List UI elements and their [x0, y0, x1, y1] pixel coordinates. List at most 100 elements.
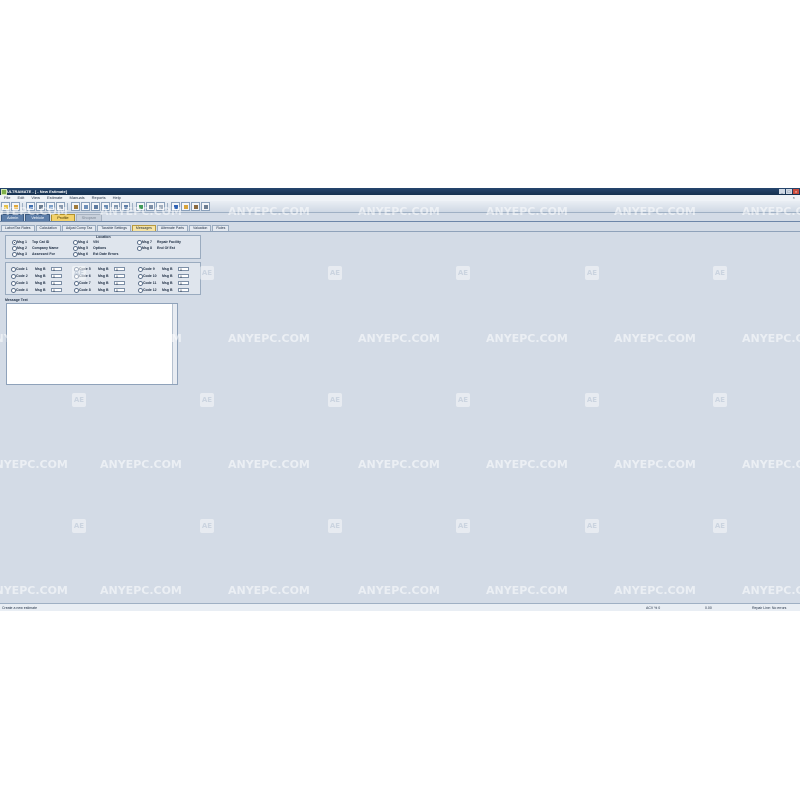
watermark-text: ANYEPC.COM — [614, 458, 696, 471]
code-label: Code 7 — [79, 280, 91, 285]
watermark-text: ANYEPC.COM — [0, 458, 68, 471]
message-text-area[interactable] — [6, 303, 178, 385]
key-icon[interactable] — [181, 202, 190, 211]
watermark-text: ANYEPC.COM — [742, 584, 800, 597]
code-panel: Code 1 Msg B 0 Code 2 Msg B 0 Code 3 Msg B 0 Code… — [5, 262, 201, 295]
sub-tab-taxable-settings[interactable]: Taxable Settings — [97, 225, 131, 231]
sub-tab-adjust-comp-tax[interactable]: Adjust Comp Tax — [61, 225, 97, 231]
watermark-text: ANYEPC.COM — [486, 458, 568, 471]
msg-description: Est Date Errors — [93, 251, 119, 256]
watermark-logo-icon: AE — [585, 519, 599, 533]
code-value-field[interactable]: 0 — [178, 266, 189, 272]
code-value-field[interactable]: 0 — [114, 280, 125, 286]
code-value-field[interactable]: 0 — [51, 266, 62, 272]
watermark-logo-icon: AE — [713, 266, 727, 280]
code-value-field[interactable]: 0 — [114, 287, 125, 293]
code-value-field[interactable]: 0 — [51, 273, 62, 279]
grid-icon[interactable] — [81, 202, 90, 211]
watermark-logo-icon: AE — [456, 393, 470, 407]
code-msg-label: Msg B — [35, 273, 46, 278]
code-value-field[interactable]: 0 — [178, 287, 189, 293]
window-title: ULTRAMATE - [ - New Estimate] — [7, 189, 68, 194]
code-msg-label: Msg B — [162, 266, 173, 271]
application-window: ULTRAMATE - [ - New Estimate] _ □ × File… — [0, 188, 800, 611]
photo-icon[interactable] — [136, 202, 145, 211]
watermark-text: ANYEPC.COM — [228, 458, 310, 471]
list-icon[interactable] — [91, 202, 100, 211]
print-icon[interactable] — [36, 202, 45, 211]
code-msg-label: Msg B — [162, 280, 173, 285]
sub-tab-rules[interactable]: Rules — [212, 225, 230, 231]
code-label: Code 3 — [16, 280, 28, 285]
code-value-field[interactable]: 0 — [51, 280, 62, 286]
close-button[interactable]: × — [793, 189, 799, 194]
code-msg-label: Msg B — [162, 287, 173, 292]
watermark-logo-icon: AE — [585, 393, 599, 407]
toolbar — [0, 201, 800, 213]
mail-icon[interactable] — [146, 202, 155, 211]
sub-tab-labor-tax-rates[interactable]: Labor/Tax Rates — [1, 225, 35, 231]
msg-label: Msg 1 — [17, 239, 27, 244]
code-msg-label: Msg B — [98, 287, 109, 292]
watermark-text: ANYEPC.COM — [742, 332, 800, 345]
main-tab-admin[interactable]: Admin — [1, 214, 25, 221]
message-text-label: Message Text — [5, 298, 28, 302]
code-value-field[interactable]: 0 — [178, 273, 189, 279]
paste-icon[interactable] — [71, 202, 80, 211]
watermark-logo-icon: AE — [713, 519, 727, 533]
code-label: Code 2 — [16, 273, 28, 278]
preview-icon[interactable] — [46, 202, 55, 211]
code-msg-label: Msg B — [98, 280, 109, 285]
watermark-text: ANYEPC.COM — [228, 332, 310, 345]
msg-label: Msg 6 — [78, 251, 88, 256]
maximize-button[interactable]: □ — [786, 189, 792, 194]
watermark-logo-icon: AE — [72, 393, 86, 407]
code-msg-label: Msg B — [35, 287, 46, 292]
tools-icon[interactable] — [191, 202, 200, 211]
status-message: Create a new estimate — [2, 606, 38, 610]
watermark-logo-icon: AE — [200, 393, 214, 407]
code-value-field[interactable]: 0 — [114, 266, 125, 272]
watermark-text: ANYEPC.COM — [100, 584, 182, 597]
calc-icon[interactable] — [121, 202, 130, 211]
code-value-field[interactable]: 0 — [178, 280, 189, 286]
code-value-field[interactable]: 0 — [51, 287, 62, 293]
code-label: Code 9 — [143, 266, 155, 271]
status-repair-line: Repair Line: No errors — [752, 606, 787, 610]
sub-tab-alternate-parts[interactable]: Alternate Parts — [156, 225, 189, 231]
status-bar: Create a new estimate ACV % 0 0.00 Repai… — [0, 603, 800, 611]
open-icon[interactable] — [11, 202, 20, 211]
new-icon[interactable] — [1, 202, 10, 211]
labor-icon[interactable] — [111, 202, 120, 211]
sub-tab-valuation[interactable]: Valuation — [189, 225, 212, 231]
main-tabs: Admin Vehicle Profile Shopsm — [0, 214, 800, 222]
msg-label: Msg 8 — [142, 245, 152, 250]
msg-description: Options — [93, 245, 107, 250]
watermark-logo-icon: AE — [200, 266, 214, 280]
code-msg-label: Msg B — [98, 273, 109, 278]
watermark-text: ANYEPC.COM — [486, 584, 568, 597]
main-tab-vehicle[interactable]: Vehicle — [25, 214, 51, 221]
help-icon[interactable] — [171, 202, 180, 211]
main-tab-profile[interactable]: Profile — [51, 214, 75, 221]
tool-icon[interactable] — [201, 202, 210, 211]
parts-icon[interactable] — [101, 202, 110, 211]
code-msg-label: Msg B — [98, 266, 109, 271]
msg-description: Repair Facility — [157, 239, 181, 244]
profile-sub-tabs: Labor/Tax Rates Calculation Adjust Comp Ta… — [0, 224, 800, 232]
status-acv: ACV % 0 — [646, 606, 661, 610]
watermark-text: ANYEPC.COM — [486, 332, 568, 345]
copy-icon[interactable] — [56, 202, 65, 211]
title-bar[interactable]: ULTRAMATE - [ - New Estimate] _ □ × — [0, 188, 800, 195]
message-text-scrollbar[interactable] — [172, 304, 177, 384]
attach-icon[interactable] — [156, 202, 165, 211]
sub-tab-messages[interactable]: Messages — [131, 225, 156, 231]
sub-tab-calculation[interactable]: Calculation — [35, 225, 61, 231]
msg-label: Msg 5 — [78, 245, 88, 250]
save-icon[interactable] — [26, 202, 35, 211]
code-label: Code 1 — [16, 266, 28, 271]
code-value-field[interactable]: 0 — [114, 273, 125, 279]
watermark-logo-icon: AE — [328, 266, 342, 280]
watermark-text: ANYEPC.COM — [742, 458, 800, 471]
minimize-button[interactable]: _ — [779, 189, 785, 194]
